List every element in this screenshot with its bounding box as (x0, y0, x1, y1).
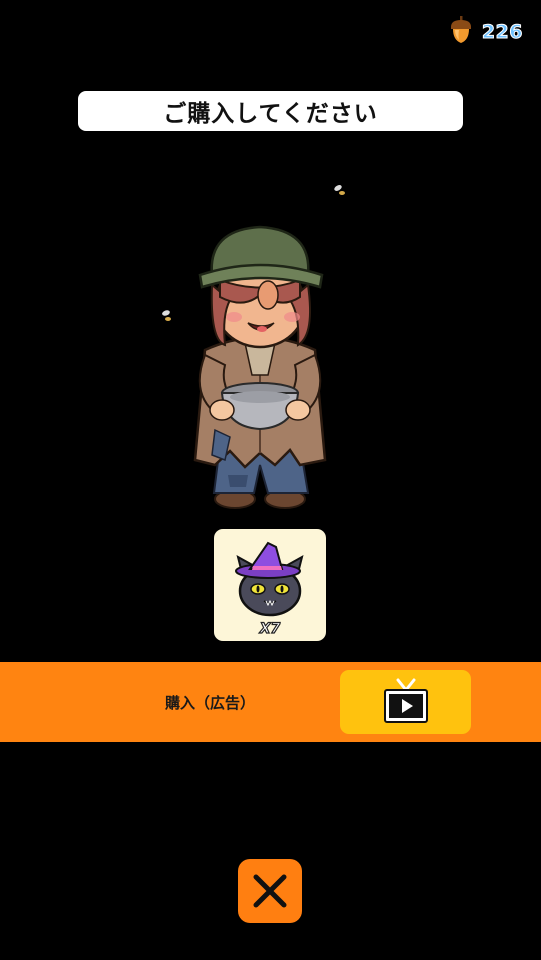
close-button[interactable] (238, 859, 302, 923)
page-title: ご購入してください (163, 101, 378, 127)
tv-play-icon (383, 678, 428, 723)
purchase-label: 購入（広告） (164, 693, 255, 712)
watch-ad-button[interactable] (340, 670, 471, 734)
item-quantity: X7 (259, 620, 281, 637)
purchase-bar: 購入（広告） (0, 662, 541, 742)
currency-value: 226 (481, 21, 523, 44)
acorn-icon (450, 16, 472, 48)
currency-display: 226 (450, 16, 523, 48)
title-banner: ご購入してください (78, 91, 463, 131)
purchase-screen: 226 ご購入してください X7 購入（広告） (0, 0, 541, 960)
beggar-character (193, 225, 327, 509)
close-icon (253, 874, 287, 908)
reward-item-card: X7 (214, 529, 326, 641)
witch-cat-icon (235, 541, 304, 617)
